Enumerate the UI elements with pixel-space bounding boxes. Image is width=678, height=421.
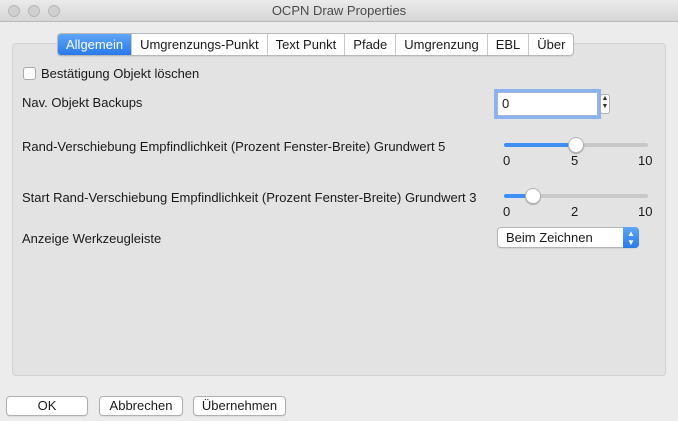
- initial-edge-pan-value: 2: [571, 204, 579, 219]
- edge-pan-slider-fill: [504, 143, 576, 147]
- edge-pan-slider-knob[interactable]: [568, 137, 584, 153]
- tab-ueber[interactable]: Über: [528, 34, 573, 55]
- tab-text-punkt[interactable]: Text Punkt: [266, 34, 345, 55]
- initial-edge-pan-label: Start Rand-Verschiebung Empfindlichkeit …: [22, 190, 477, 205]
- tab-ebl[interactable]: EBL: [486, 34, 529, 55]
- toolbar-display-select[interactable]: Beim Zeichnen ▲ ▼: [497, 227, 639, 248]
- apply-button[interactable]: Übernehmen: [193, 396, 286, 416]
- backups-input[interactable]: 0: [497, 92, 598, 116]
- toolbar-display-selected: Beim Zeichnen: [506, 230, 593, 245]
- stepper-down-icon[interactable]: ▼: [601, 103, 609, 111]
- edge-pan-value: 5: [571, 153, 579, 168]
- confirm-delete-label: Bestätigung Objekt löschen: [41, 66, 200, 81]
- cancel-button[interactable]: Abbrechen: [99, 396, 183, 416]
- ok-button[interactable]: OK: [6, 396, 88, 416]
- backups-label: Nav. Objekt Backups: [22, 95, 143, 110]
- initial-edge-pan-slider-knob[interactable]: [524, 188, 541, 204]
- tab-umgrenzungs-punkt[interactable]: Umgrenzungs-Punkt: [131, 34, 267, 55]
- window-title: OCPN Draw Properties: [271, 3, 407, 18]
- properties-window: OCPN Draw Properties Allgemein Umgrenzun…: [0, 0, 678, 421]
- edge-pan-max: 10: [638, 153, 653, 168]
- select-updown-icon: ▲ ▼: [623, 227, 639, 248]
- initial-edge-pan-min: 0: [503, 204, 511, 219]
- tab-bar: Allgemein Umgrenzungs-Punkt Text Punkt P…: [57, 33, 575, 56]
- edge-pan-min: 0: [503, 153, 511, 168]
- edge-pan-label: Rand-Verschiebung Empfindlichkeit (Proze…: [22, 139, 446, 154]
- confirm-delete-checkbox[interactable]: [23, 67, 36, 80]
- toolbar-display-label: Anzeige Werkzeugleiste: [22, 231, 162, 246]
- title-bar[interactable]: OCPN Draw Properties: [0, 0, 678, 22]
- tab-umgrenzung[interactable]: Umgrenzung: [395, 34, 486, 55]
- backups-stepper[interactable]: ▲ ▼: [600, 94, 610, 114]
- stepper-up-icon[interactable]: ▲: [601, 95, 609, 103]
- tab-allgemein[interactable]: Allgemein: [58, 34, 132, 55]
- initial-edge-pan-max: 10: [638, 204, 653, 219]
- tab-pfade[interactable]: Pfade: [344, 34, 395, 55]
